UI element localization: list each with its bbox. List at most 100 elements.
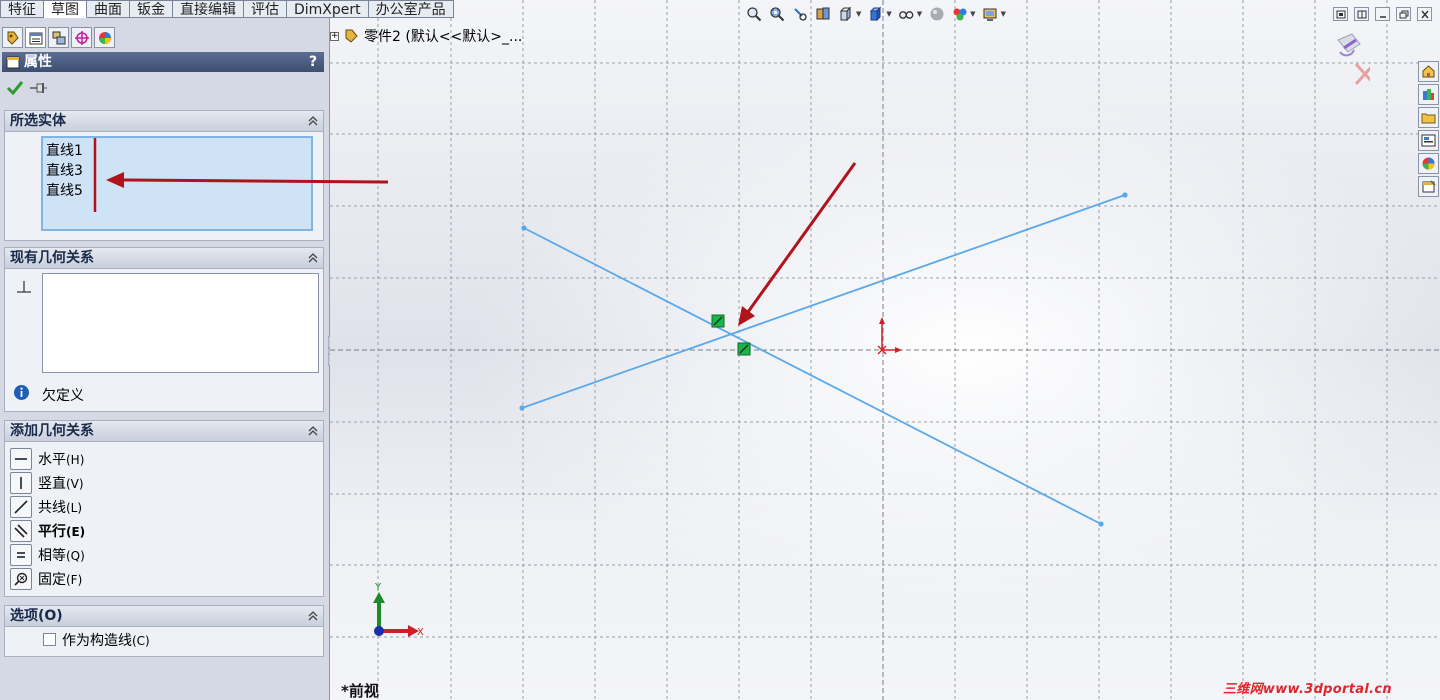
flyout-feature-tree[interactable]: + 零件2 (默认<<默认>_... [330, 27, 522, 45]
task-pane-design-library[interactable] [1418, 84, 1439, 105]
minimize-button[interactable] [1375, 7, 1390, 21]
close-window-button[interactable] [1417, 7, 1432, 21]
hide-show-items-button[interactable] [898, 5, 915, 22]
ok-button[interactable] [6, 80, 24, 96]
chevron-down-icon[interactable]: ▼ [917, 10, 922, 18]
task-pane-home[interactable] [1418, 61, 1439, 82]
task-pane-appearances[interactable] [1418, 153, 1439, 174]
construction-checkbox[interactable] [43, 633, 56, 646]
zoom-to-fit-icon [746, 6, 761, 21]
task-pane-view-palette[interactable] [1418, 130, 1439, 151]
add-relations-title: 添加几何关系 [5, 421, 323, 442]
add-relations-title-text: 添加几何关系 [10, 423, 94, 439]
equal-relation-label[interactable]: 相等(Q) [38, 545, 85, 565]
minimize-icon [1379, 15, 1386, 18]
view-orientation-button[interactable] [837, 5, 854, 22]
sketch-endpoint[interactable] [1098, 521, 1104, 527]
exit-sketch-icon[interactable] [1337, 33, 1361, 57]
expand-icon[interactable]: + [330, 31, 339, 41]
panel-bottom [0, 658, 329, 700]
tab-evaluate[interactable]: 评估 [244, 0, 287, 18]
horizontal-relation-label[interactable]: 水平(H) [38, 449, 84, 469]
previous-view-button[interactable] [791, 5, 808, 22]
collapse-chevron-icon[interactable] [307, 425, 319, 437]
collapse-chevron-icon[interactable] [307, 610, 319, 622]
info-icon [14, 385, 29, 400]
restore-button[interactable] [1396, 7, 1411, 21]
task-pane-custom-properties[interactable] [1418, 176, 1439, 197]
chevron-down-icon[interactable]: ▼ [1001, 10, 1006, 18]
collapse-chevron-icon[interactable] [307, 252, 319, 264]
tab-features[interactable]: 特征 [0, 0, 44, 18]
property-manager-title: 属性 [24, 54, 52, 70]
property-manager-tab[interactable] [25, 27, 46, 48]
vertical-relation-button[interactable] [10, 472, 32, 494]
apply-scene-button[interactable] [951, 5, 968, 22]
tab-direct-editing[interactable]: 直接编辑 [173, 0, 244, 18]
task-pane-file-explorer[interactable] [1418, 107, 1439, 128]
collinear-icon [14, 500, 28, 514]
sketch-endpoint[interactable] [519, 405, 525, 411]
dimxpert-manager-icon [74, 30, 89, 45]
fix-relation-button[interactable] [10, 568, 32, 590]
zoom-to-area-button[interactable] [768, 5, 785, 22]
relation-label-text: 固定 [38, 572, 66, 588]
appearances-icon [1422, 157, 1435, 170]
graphics-area[interactable]: YX + 零件2 (默认<<默认>_... ▼ ▼ ▼ ▼ ▼ *前视 三维网w… [330, 0, 1440, 700]
display-style-button[interactable] [867, 5, 884, 22]
parallel-relation-label[interactable]: 平行(E) [38, 521, 85, 541]
equal-relation-button[interactable] [10, 544, 32, 566]
view-settings-button[interactable] [982, 5, 999, 22]
home-icon [1422, 65, 1435, 78]
view-orientation-icon [839, 6, 851, 21]
sketch-line[interactable] [521, 194, 1126, 409]
fix-relation-label[interactable]: 固定(F) [38, 569, 82, 589]
collinear-relation-label[interactable]: 共线(L) [38, 497, 82, 517]
chevron-down-icon[interactable]: ▼ [856, 10, 861, 18]
help-button[interactable]: ? [305, 54, 321, 70]
sketch-endpoint[interactable] [521, 225, 527, 231]
sketch-endpoint[interactable] [1122, 192, 1128, 198]
part-name: 零件2 (默认<<默认>_... [364, 29, 523, 45]
edit-appearance-button[interactable] [928, 5, 945, 22]
status-text: 欠定义 [42, 388, 84, 404]
relation-accel-text: (H) [66, 453, 85, 467]
chevron-down-icon[interactable]: ▼ [886, 10, 891, 18]
existing-relations-list[interactable] [42, 273, 319, 373]
construction-checkbox-label[interactable]: 作为构造线(C) [62, 630, 150, 650]
chevron-down-icon[interactable]: ▼ [970, 10, 975, 18]
parallel-icon [14, 524, 28, 538]
parallel-relation-button[interactable] [10, 520, 32, 542]
tab-sketch[interactable]: 草图 [44, 0, 87, 18]
folder-icon [1421, 113, 1436, 124]
section-view-button[interactable] [814, 5, 831, 22]
tab-dimxpert[interactable]: DimXpert [287, 0, 369, 18]
relation-label-text: 相等 [38, 548, 66, 564]
display-manager-tab[interactable] [94, 27, 115, 48]
feature-manager-tab[interactable] [2, 27, 23, 48]
sketch-origin-icon[interactable] [877, 317, 902, 355]
vertical-relation-label[interactable]: 竖直(V) [38, 473, 84, 493]
tab-office-products[interactable]: 办公室产品 [368, 0, 454, 18]
checkmark-icon [6, 81, 24, 96]
list-item[interactable]: 直线1 [46, 140, 83, 160]
split-view-button[interactable] [1354, 7, 1369, 21]
collinear-relation-button[interactable] [10, 496, 32, 518]
dimxpert-manager-tab[interactable] [71, 27, 92, 48]
options-group: 选项(O) 作为构造线(C) [4, 605, 324, 657]
appearance-sphere-icon [930, 7, 944, 20]
tab-surfaces[interactable]: 曲面 [87, 0, 130, 18]
collapse-chevron-icon[interactable] [307, 115, 319, 127]
zoom-to-fit-button[interactable] [745, 5, 762, 22]
configuration-manager-tab[interactable] [48, 27, 69, 48]
horizontal-relation-button[interactable] [10, 448, 32, 470]
list-item[interactable]: 直线3 [46, 160, 83, 180]
list-item[interactable]: 直线5 [46, 180, 83, 200]
cancel-sketch-icon[interactable] [1354, 62, 1370, 86]
pin-button[interactable] [29, 80, 49, 96]
tab-sheet-metal[interactable]: 钣金 [130, 0, 173, 18]
viewport-button[interactable] [1333, 7, 1348, 21]
selected-entities-list[interactable]: 直线1 直线3 直线5 [41, 136, 313, 231]
pushpin-icon [30, 83, 47, 93]
property-manager-header: 属性 ? [2, 52, 324, 72]
